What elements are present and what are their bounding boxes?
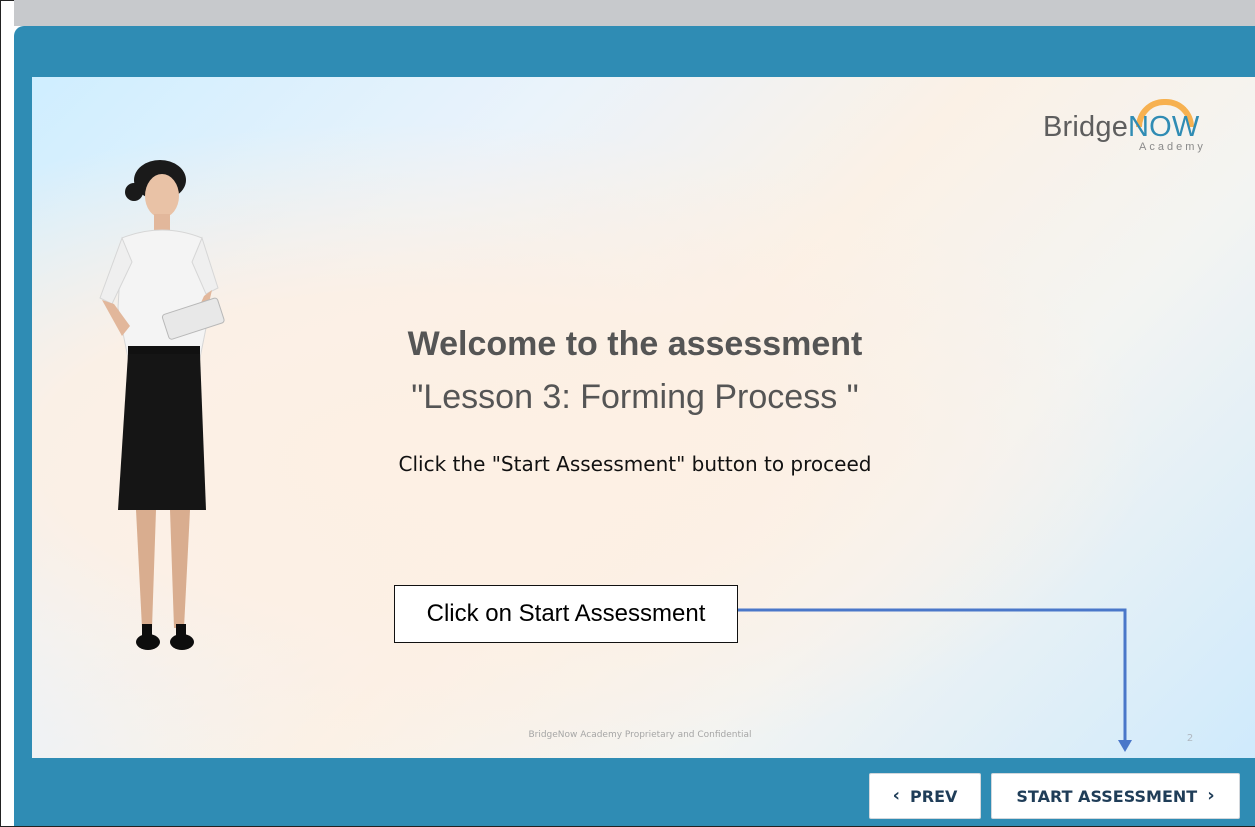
woman-character-illustration <box>99 160 225 650</box>
slide-title: Welcome to the assessment <box>407 325 863 363</box>
logo-brand-part2: NOW <box>1128 111 1200 143</box>
slide-footer-text: BridgeNow Academy Proprietary and Confid… <box>528 730 752 740</box>
slide-page-number: 2 <box>1186 733 1194 744</box>
start-assessment-button[interactable]: START ASSESSMENT › <box>991 773 1240 819</box>
start-assessment-label: START ASSESSMENT <box>1016 786 1198 806</box>
chevron-left-icon: ‹ <box>892 785 901 806</box>
callout-box: Click on Start Assessment <box>394 585 738 643</box>
logo-brand-part1: Bridge <box>1043 111 1129 143</box>
logo-wordmark: BridgeNOW <box>1043 111 1200 144</box>
prev-button-label: PREV <box>910 786 958 806</box>
prev-button[interactable]: ‹ PREV <box>869 773 981 819</box>
callout-text: Click on Start Assessment <box>426 600 706 627</box>
slide-subtitle: "Lesson 3: Forming Process " <box>411 378 859 416</box>
top-bar <box>14 0 1255 26</box>
chevron-right-icon: › <box>1207 785 1215 806</box>
slide-instruction: Click the "Start Assessment" button to p… <box>398 452 872 476</box>
logo-subtitle: Academy <box>1139 141 1206 153</box>
bridgenow-logo: BridgeNOW Academy <box>1040 99 1220 161</box>
